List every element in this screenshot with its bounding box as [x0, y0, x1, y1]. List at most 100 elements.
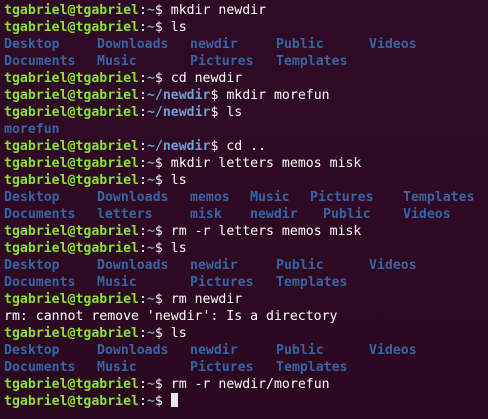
prompt-path: ~ — [146, 394, 155, 409]
ls-output-row: Desktop Downloads memos Music Pictures Templa… — [4, 189, 488, 206]
dir-entry: Pictures — [190, 54, 254, 69]
prompt-line: tgabriel@tgabriel:~/newdir$ ls — [4, 105, 243, 120]
dir-entry: Documents — [4, 207, 76, 222]
dir-entry: Desktop — [4, 190, 60, 205]
prompt-path: ~ — [146, 224, 155, 239]
prompt-path: ~ — [146, 292, 155, 307]
dir-entry: Music — [97, 360, 137, 375]
dir-entry: Documents — [4, 360, 76, 375]
prompt-line: tgabriel@tgabriel:~$ ls — [4, 241, 187, 256]
dir-entry: Music — [250, 190, 290, 205]
command-text: ls — [170, 241, 187, 256]
dir-entry: Templates — [276, 360, 348, 375]
dir-entry: Pictures — [190, 275, 254, 290]
prompt-user: tgabriel@tgabriel — [4, 139, 139, 154]
command-text: mkdir morefun — [226, 88, 330, 103]
terminal-window[interactable]: tgabriel@tgabriel:~$ mkdir newdir tgabri… — [0, 0, 488, 419]
dir-entry: Desktop — [4, 37, 60, 52]
dir-entry: Desktop — [4, 258, 60, 273]
prompt-path: ~ — [146, 3, 155, 18]
ls-output-row: Desktop Downloads newdir Public Videos — [4, 342, 488, 359]
command-text: ls — [170, 326, 187, 341]
prompt-path: ~ — [146, 71, 155, 86]
prompt-line: tgabriel@tgabriel:~$ rm -r letters memos… — [4, 224, 362, 239]
prompt-path: ~ — [146, 173, 155, 188]
dir-entry: memos — [190, 190, 230, 205]
ls-output-row: Documents Music Pictures Templates — [4, 359, 488, 376]
dir-entry: newdir — [190, 343, 238, 358]
ls-output-row: Desktop Downloads newdir Public Videos — [4, 36, 488, 53]
prompt-line: tgabriel@tgabriel:~$ rm newdir — [4, 292, 243, 307]
dir-entry: Videos — [369, 258, 417, 273]
prompt-line: tgabriel@tgabriel:~$ ls — [4, 326, 187, 341]
prompt-user: tgabriel@tgabriel — [4, 88, 139, 103]
dir-entry: newdir — [250, 207, 298, 222]
prompt-user: tgabriel@tgabriel — [4, 20, 139, 35]
dir-entry: Videos — [369, 343, 417, 358]
prompt-line: tgabriel@tgabriel:~$ ls — [4, 173, 187, 188]
prompt-user: tgabriel@tgabriel — [4, 241, 139, 256]
prompt-line: tgabriel@tgabriel:~$ mkdir newdir — [4, 3, 267, 18]
dir-entry: Downloads — [97, 343, 169, 358]
prompt-user: tgabriel@tgabriel — [4, 173, 139, 188]
prompt-line: tgabriel@tgabriel:~$ rm -r newdir/morefu… — [4, 377, 330, 392]
dir-entry: Downloads — [97, 37, 169, 52]
dir-entry: letters — [97, 207, 153, 222]
command-text: rm newdir — [170, 292, 243, 307]
ls-output-row: Desktop Downloads newdir Public Videos — [4, 257, 488, 274]
prompt-user: tgabriel@tgabriel — [4, 394, 139, 409]
prompt-path: ~/newdir — [146, 105, 211, 120]
prompt-path: ~/newdir — [146, 88, 211, 103]
dir-entry: Templates — [276, 275, 348, 290]
prompt-user: tgabriel@tgabriel — [4, 326, 139, 341]
dir-entry: Downloads — [97, 190, 169, 205]
prompt-path: ~ — [146, 241, 155, 256]
dir-entry: newdir — [190, 37, 238, 52]
dir-entry: Music — [97, 275, 137, 290]
dir-entry: Music — [97, 54, 137, 69]
prompt-line: tgabriel@tgabriel:~$ cd newdir — [4, 71, 243, 86]
prompt-user: tgabriel@tgabriel — [4, 71, 139, 86]
dir-entry: Public — [276, 258, 324, 273]
prompt-line: tgabriel@tgabriel:~/newdir$ mkdir morefu… — [4, 88, 330, 103]
dir-entry: misk — [190, 207, 222, 222]
dir-entry: Documents — [4, 54, 76, 69]
dir-entry: Pictures — [190, 360, 254, 375]
dir-entry: Videos — [403, 207, 451, 222]
dir-entry: morefun — [4, 122, 60, 137]
active-prompt-line[interactable]: tgabriel@tgabriel:~$ — [4, 393, 488, 410]
command-text: cd newdir — [170, 71, 243, 86]
text-cursor — [170, 393, 178, 407]
prompt-path: ~ — [146, 377, 155, 392]
dir-entry: Public — [323, 207, 371, 222]
prompt-path: ~ — [146, 326, 155, 341]
dir-entry: Pictures — [310, 190, 374, 205]
ls-output-row: Documents Music Pictures Templates — [4, 53, 488, 70]
prompt-user: tgabriel@tgabriel — [4, 292, 139, 307]
dir-entry: Templates — [403, 190, 475, 205]
dir-entry: Documents — [4, 275, 76, 290]
prompt-user: tgabriel@tgabriel — [4, 3, 139, 18]
command-text: rm -r letters memos misk — [170, 224, 362, 239]
prompt-line: tgabriel@tgabriel:~$ mkdir letters memos… — [4, 156, 362, 171]
prompt-user: tgabriel@tgabriel — [4, 224, 139, 239]
prompt-path: ~/newdir — [146, 139, 211, 154]
command-text: ls — [170, 173, 187, 188]
ls-output-row: morefun — [4, 121, 488, 138]
command-text: mkdir letters memos misk — [170, 156, 362, 171]
command-text: ls — [170, 20, 187, 35]
prompt-path: ~ — [146, 20, 155, 35]
command-text: mkdir newdir — [170, 3, 267, 18]
prompt-path: ~ — [146, 156, 155, 171]
prompt-line: tgabriel@tgabriel:~$ ls — [4, 20, 187, 35]
dir-entry: Downloads — [97, 258, 169, 273]
prompt-line: tgabriel@tgabriel:~/newdir$ cd .. — [4, 139, 267, 154]
dir-entry: Public — [276, 343, 324, 358]
dir-entry: Videos — [369, 37, 417, 52]
ls-output-row: Documents letters misk newdir Public Videos — [4, 206, 488, 223]
command-text: cd .. — [226, 139, 267, 154]
ls-output-row: Documents Music Pictures Templates — [4, 274, 488, 291]
command-text: rm -r newdir/morefun — [170, 377, 330, 392]
prompt-user: tgabriel@tgabriel — [4, 156, 139, 171]
prompt-user: tgabriel@tgabriel — [4, 377, 139, 392]
